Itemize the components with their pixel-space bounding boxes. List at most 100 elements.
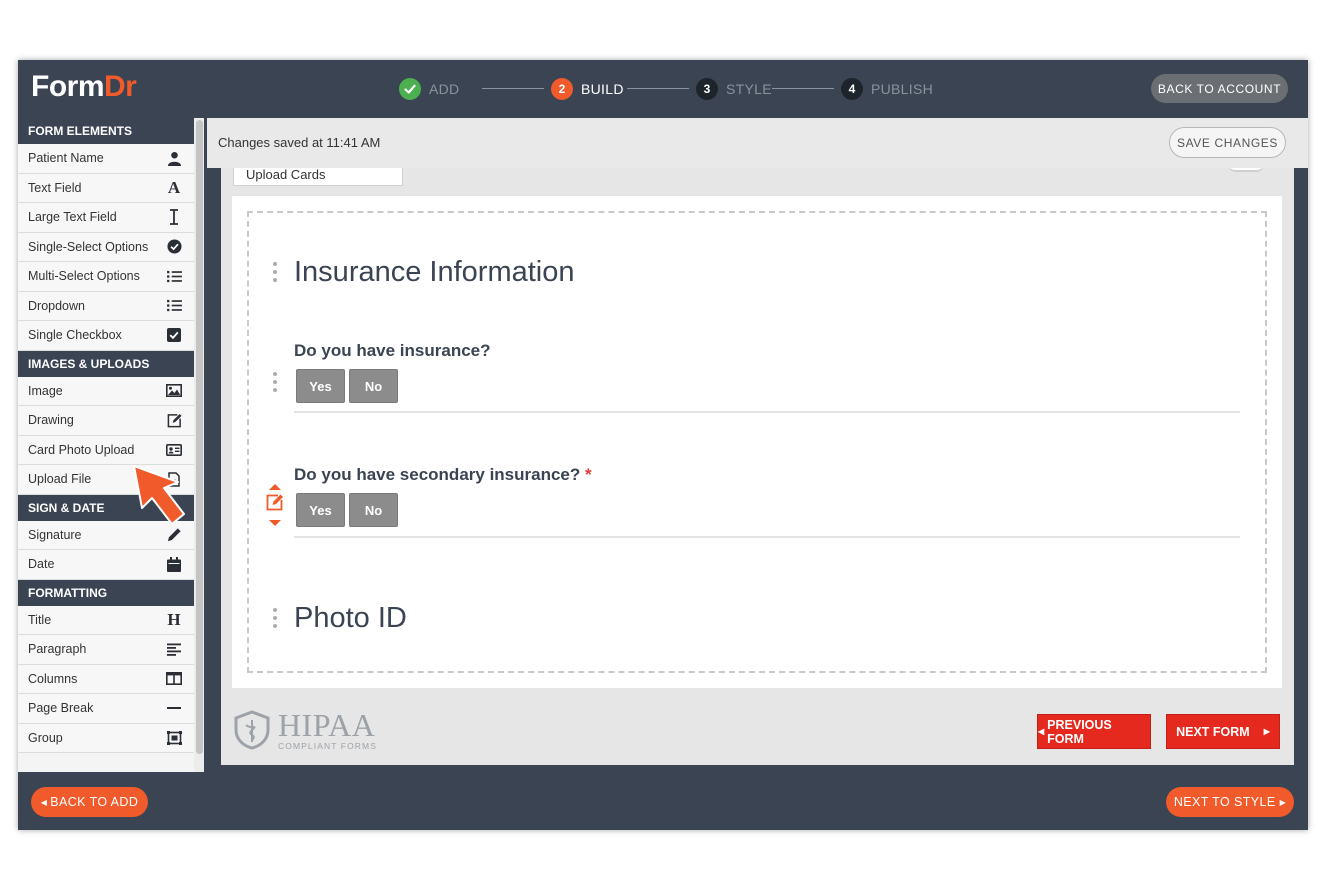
caret-left-icon: ◀ <box>1038 727 1045 736</box>
previous-form-button[interactable]: ◀ PREVIOUS FORM <box>1037 714 1151 749</box>
sidebar-item-paragraph[interactable]: Paragraph <box>18 635 194 665</box>
calendar-icon <box>166 556 182 572</box>
edit-icon <box>166 412 182 428</box>
top-header: FormDr ADD 2 BUILD 3 STYLE 4 PUBLISH BAC… <box>18 60 1308 118</box>
minus-icon <box>166 700 182 716</box>
sidebar-item-label: Card Photo Upload <box>28 442 135 457</box>
step-build[interactable]: 2 BUILD <box>551 77 624 101</box>
sidebar-item-label: Signature <box>28 527 82 542</box>
save-changes-button[interactable]: SAVE CHANGES <box>1169 127 1286 158</box>
sidebar-item-label: Columns <box>28 671 78 686</box>
list-icon <box>166 268 182 284</box>
sidebar-item-label: Multi-Select Options <box>28 269 140 284</box>
logo-main-text: Form <box>31 70 105 103</box>
caret-left-icon: ◀ <box>40 797 48 807</box>
caret-right-icon: ▶ <box>1263 727 1270 736</box>
step-style-label: STYLE <box>726 81 772 97</box>
hipaa-wordmark: HIPAA <box>278 707 376 744</box>
sidebar-item-page-break[interactable]: Page Break <box>18 694 194 724</box>
step-publish[interactable]: 4 PUBLISH <box>841 77 933 101</box>
form-page: Insurance Information Do you have insura… <box>232 196 1282 688</box>
sidebar-item-text-field[interactable]: Text Field A <box>18 173 194 203</box>
sidebar-item-label: Group <box>28 730 63 745</box>
check-circle-icon <box>166 239 182 255</box>
sidebar-item-large-text-field[interactable]: Large Text Field <box>18 203 194 233</box>
back-to-add-button[interactable]: ◀ BACK TO ADD <box>31 787 148 817</box>
question-divider <box>294 411 1240 413</box>
move-down-icon[interactable] <box>269 520 281 526</box>
question-secondary-insurance-label: Do you have secondary insurance? * <box>294 465 592 485</box>
sidebar-item-label: Patient Name <box>28 151 104 166</box>
sidebar-item-label: Large Text Field <box>28 210 117 225</box>
yes-button[interactable]: Yes <box>296 369 345 403</box>
step-add[interactable]: ADD <box>399 77 459 101</box>
person-icon <box>166 150 182 166</box>
drag-handle-icon[interactable] <box>272 608 278 628</box>
sidebar-item-single-select[interactable]: Single-Select Options <box>18 232 194 262</box>
hipaa-tagline: COMPLIANT FORMS <box>278 741 377 752</box>
previous-form-label: PREVIOUS FORM <box>1047 717 1112 746</box>
move-up-icon[interactable] <box>269 484 281 490</box>
list-icon <box>166 298 182 314</box>
sidebar-item-multi-select[interactable]: Multi-Select Options <box>18 262 194 292</box>
paragraph-icon <box>166 641 182 657</box>
checkbox-icon <box>166 327 182 343</box>
elements-sidebar: FORM ELEMENTS Patient Name Text Field A … <box>18 118 194 772</box>
section-heading-form-elements: FORM ELEMENTS <box>18 118 194 144</box>
sidebar-item-drawing[interactable]: Drawing <box>18 406 194 436</box>
sidebar-item-label: Single Checkbox <box>28 328 122 343</box>
sidebar-item-label: Page Break <box>28 701 94 716</box>
sidebar-scrollbar-thumb[interactable] <box>196 120 203 754</box>
field-edit-tools <box>264 484 286 526</box>
sidebar-item-label: Paragraph <box>28 642 87 657</box>
sidebar-item-label: Date <box>28 557 55 572</box>
shield-icon <box>234 710 270 750</box>
hipaa-logo: HIPAA COMPLIANT FORMS <box>232 707 377 752</box>
sidebar-item-title[interactable]: Title H <box>18 605 194 635</box>
group-icon <box>166 730 182 746</box>
next-to-style-button[interactable]: NEXT TO STYLE ▶ <box>1166 787 1294 817</box>
section-heading-images-uploads: IMAGES & UPLOADS <box>18 350 194 377</box>
question-text: Do you have secondary insurance? <box>294 465 581 484</box>
sidebar-item-columns[interactable]: Columns <box>18 664 194 694</box>
toggle-switch[interactable] <box>1228 168 1264 172</box>
saved-status-text: Changes saved at 11:41 AM <box>218 135 381 150</box>
yes-button[interactable]: Yes <box>296 493 345 527</box>
id-card-icon <box>166 442 182 458</box>
sidebar-item-group[interactable]: Group <box>18 723 194 753</box>
back-to-account-button[interactable]: BACK TO ACCOUNT <box>1151 74 1288 103</box>
sidebar-item-card-photo-upload[interactable]: Card Photo Upload <box>18 435 194 465</box>
step-add-label: ADD <box>429 81 460 97</box>
step-connector <box>482 88 544 89</box>
no-button[interactable]: No <box>349 493 398 527</box>
letter-a-icon: A <box>167 177 181 197</box>
edit-icon[interactable] <box>266 493 284 516</box>
drag-handle-icon[interactable] <box>272 372 278 392</box>
sidebar-item-image[interactable]: Image <box>18 376 194 406</box>
section-heading-formatting: FORMATTING <box>18 579 194 606</box>
required-asterisk: * <box>585 465 592 484</box>
no-button[interactable]: No <box>349 369 398 403</box>
upload-cards-field[interactable]: Upload Cards <box>233 168 403 186</box>
step-style[interactable]: 3 STYLE <box>696 77 772 101</box>
builder-main: Changes saved at 11:41 AM SAVE CHANGES U… <box>207 118 1308 772</box>
sidebar-item-label: Text Field <box>28 180 82 195</box>
step-publish-label: PUBLISH <box>871 81 934 97</box>
step-publish-number: 4 <box>841 78 863 100</box>
logo-accent-text: Dr <box>104 70 137 103</box>
sidebar-item-patient-name[interactable]: Patient Name <box>18 144 194 174</box>
section-title-photo-id: Photo ID <box>294 602 407 634</box>
sidebar-item-single-checkbox[interactable]: Single Checkbox <box>18 321 194 351</box>
question-insurance-label: Do you have insurance? <box>294 341 491 360</box>
next-form-button[interactable]: NEXT FORM ▶ <box>1166 714 1280 749</box>
formdr-logo[interactable]: FormDr <box>31 70 137 104</box>
sidebar-item-date[interactable]: Date <box>18 550 194 580</box>
step-style-number: 3 <box>696 78 718 100</box>
drag-handle-icon[interactable] <box>272 262 278 282</box>
sidebar-item-label: Image <box>28 383 63 398</box>
text-cursor-icon <box>166 209 182 226</box>
sidebar-item-label: Upload File <box>28 472 92 487</box>
sidebar-item-dropdown[interactable]: Dropdown <box>18 291 194 321</box>
step-connector <box>772 88 834 89</box>
step-build-label: BUILD <box>581 81 624 97</box>
